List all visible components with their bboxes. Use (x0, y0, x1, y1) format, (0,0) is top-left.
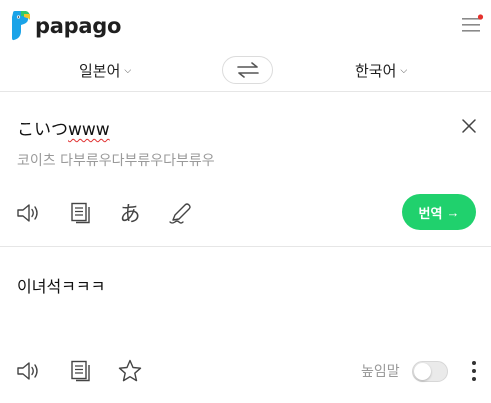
hiragana-icon: あ (119, 202, 141, 226)
notification-dot (477, 14, 484, 20)
handwriting-button[interactable] (166, 199, 194, 227)
source-copy-button[interactable] (67, 199, 95, 227)
chevron-down-icon: ⌵ (124, 65, 132, 76)
source-panel: こいつwww 코이츠 다부류우다부류우다부류우 あ 번역 → (0, 93, 491, 247)
pen-icon (169, 203, 191, 224)
logo-text: papago (35, 14, 122, 38)
source-text-input[interactable]: こいつwww (17, 119, 110, 141)
translate-button[interactable]: 번역 → (402, 194, 476, 230)
target-language-select[interactable]: 한국어 ⌵ (355, 60, 407, 81)
translate-button-label: 번역 (418, 205, 443, 221)
speaker-icon (17, 362, 38, 380)
source-text: こいつ (17, 120, 68, 140)
menu-button[interactable] (460, 14, 484, 36)
papago-logo[interactable]: papago (9, 11, 121, 41)
more-options-button[interactable] (466, 359, 482, 383)
more-vertical-icon (472, 361, 476, 381)
clear-text-button[interactable] (459, 116, 479, 136)
target-copy-button[interactable] (67, 357, 95, 385)
close-icon (462, 119, 476, 133)
honorific-label: 높임말 (361, 364, 400, 380)
speaker-icon (17, 204, 38, 222)
star-icon (118, 359, 142, 382)
papago-parrot-icon (12, 11, 30, 41)
target-panel: 이녀석ㅋㅋㅋ 높임말 (0, 248, 491, 403)
target-language-label: 한국어 (355, 62, 397, 80)
copy-icon (71, 360, 90, 382)
favorite-button[interactable] (116, 357, 144, 385)
honorific-toggle[interactable] (412, 361, 448, 382)
copy-icon (71, 202, 90, 224)
header: papago (0, 0, 491, 52)
hamburger-icon (462, 14, 484, 32)
swap-arrows-icon (236, 62, 259, 78)
source-pronunciation: 코이츠 다부류우다부류우다부류우 (17, 153, 215, 169)
japanese-input-button[interactable]: あ (116, 199, 144, 227)
source-language-select[interactable]: 일본어 ⌵ (79, 60, 131, 81)
target-listen-button[interactable] (15, 357, 43, 385)
toggle-knob (414, 363, 431, 380)
source-language-label: 일본어 (79, 62, 121, 80)
arrow-right-icon: → (446, 204, 460, 220)
translated-text: 이녀석ㅋㅋㅋ (17, 277, 106, 296)
language-bar: 일본어 ⌵ 한국어 ⌵ (0, 52, 491, 92)
source-listen-button[interactable] (15, 199, 43, 227)
source-text-misspelled: www (68, 120, 110, 140)
chevron-down-icon: ⌵ (400, 65, 408, 76)
swap-languages-button[interactable] (222, 56, 273, 84)
